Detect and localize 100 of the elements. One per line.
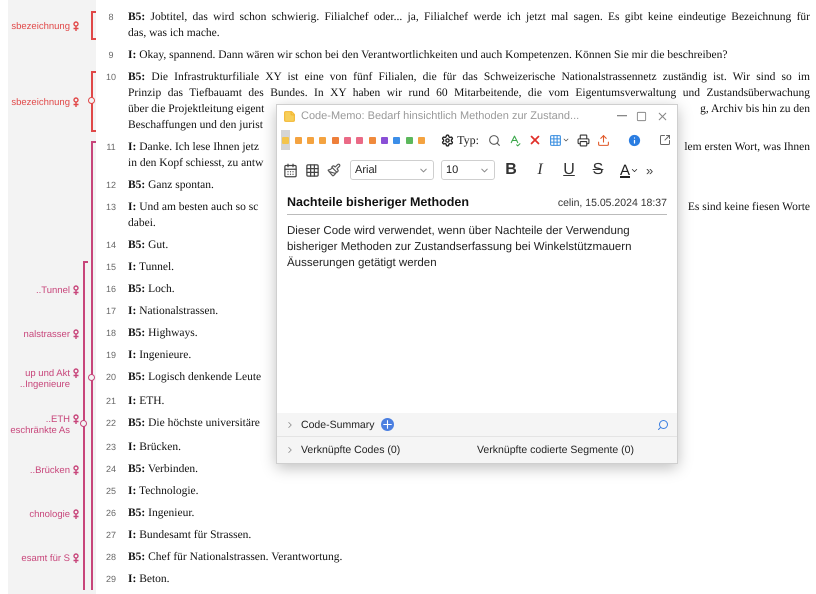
printer-icon — [576, 134, 590, 146]
code-label[interactable]: sbezeichnung — [11, 20, 70, 32]
section-label[interactable]: Verknüpfte Codes (0) — [301, 444, 471, 456]
line-number: 16 — [106, 283, 116, 295]
code-label[interactable]: esamt für S — [21, 552, 70, 564]
transcript-text: B5: Highways. — [128, 326, 198, 341]
transcript-text: B5: Chef für Nationalstrassen. Verantwortung. — [128, 550, 342, 565]
transcript-text: I: Bundesamt für Strassen. — [128, 528, 252, 543]
transcript-text: B5: Die Infrastrukturfiliale XY ist eine von fünf Filialen, die für das Schweizerische Nationalstrassennetz zuständig ist. Wir sind so im — [128, 70, 810, 85]
transcript-text: B5: Loch. — [128, 282, 175, 297]
transcript-text: B5: Verbinden. — [128, 462, 198, 477]
section-label[interactable]: Verknüpfte codierte Segmente (0) — [477, 444, 634, 456]
code-label[interactable]: up und Akt — [25, 368, 70, 379]
line-number: 18 — [106, 327, 116, 339]
line-number: 23 — [106, 441, 116, 453]
caret-icon — [562, 136, 570, 144]
code-label[interactable]: chnologie — [29, 508, 70, 520]
line-number: 27 — [106, 529, 116, 541]
memo-heading: Nachteile bisheriger Methoden — [287, 195, 469, 209]
print-button[interactable] — [574, 132, 592, 148]
bold-button[interactable]: B — [498, 161, 524, 179]
italic-button[interactable]: I — [527, 161, 553, 179]
line-number: 14 — [106, 239, 116, 251]
transcript-text: I: Okay, spannend. Dann wären wir schon bei den Verantwortlichkeiten und auch Kompetenzen. Können Sie mir die beschreiben? — [128, 48, 728, 63]
transcript-text: lem ersten Wort, was Ihnen — [684, 140, 810, 155]
calendar-button[interactable] — [281, 160, 300, 180]
transcript-text: I: Ingenieure. — [128, 348, 192, 363]
brush-button[interactable] — [325, 161, 343, 179]
transcript-text: I: ETH. — [128, 394, 164, 409]
window-title: Code-Memo: Bedarf hinsichtlich Methoden zur Zustand... — [301, 110, 580, 122]
grid-icon — [548, 134, 562, 146]
memo-text: Dieser Code wird verwendet, wenn über Nachteile der Verwendung bisheriger Methoden zur Zustandserfassung bei Winkelstützmauern Äusserungen getätigt werden — [287, 224, 633, 271]
transcript-text: dabei. — [128, 216, 156, 231]
search-icon[interactable] — [657, 418, 669, 430]
maximize-icon — [636, 110, 647, 122]
line-number: 24 — [106, 463, 116, 475]
code-label[interactable]: ..Tunnel — [36, 284, 70, 296]
more-button[interactable]: » — [644, 162, 656, 178]
strike-button[interactable]: S — [585, 161, 611, 179]
close-icon — [656, 110, 669, 122]
code-label[interactable]: sbezeichnung — [11, 96, 70, 108]
line-number: 17 — [106, 305, 116, 317]
info-icon — [626, 132, 642, 148]
gear-icon — [441, 134, 454, 146]
line-number: 12 — [106, 179, 116, 191]
cross-icon — [528, 133, 542, 147]
note-icon — [283, 110, 296, 122]
code-label[interactable]: ..Ingenieure — [20, 379, 70, 390]
transcript-text: I: Danke. Ich lese Ihnen jetz — [128, 140, 259, 155]
transcript-text: Beschaffungen und den jurist — [128, 118, 263, 133]
transcript-text: B5: Ingenieur. — [128, 506, 194, 521]
line-number: 29 — [106, 573, 116, 585]
line-number: 20 — [106, 371, 116, 383]
line-number: 26 — [106, 507, 116, 519]
line-number: 28 — [106, 551, 116, 563]
transcript-text: in den Kopf schiesst, zu antw — [128, 156, 264, 171]
line-number: 22 — [106, 417, 116, 429]
transcript-text: I: Brücken. — [128, 440, 182, 455]
text-color-button[interactable]: A — [618, 162, 642, 178]
transcript-text: B5: Logisch denkende Leute — [128, 370, 262, 385]
table-icon — [305, 162, 320, 178]
transcript-text: g, Archiv bis hin zu den — [700, 102, 810, 117]
transcript-text: B5: Die höchste universitäre — [128, 416, 260, 431]
transcript-text: Es sind keine fiesen Worte — [688, 200, 810, 215]
memo-author-date: celin, 15.05.2024 18:37 — [558, 197, 667, 209]
transcript-text: I: Und am besten auch so sc — [128, 200, 258, 215]
type-button[interactable]: Typ: — [437, 132, 483, 148]
transcript-text: B5: Jobtitel, das wird schon schwierig. Filialchef oder... ja, Filialchef werde ich jetzt mal sagen. Es gibt keine eindeutige Bezeichnung für — [128, 10, 810, 25]
spellcheck-icon — [508, 134, 521, 146]
add-icon[interactable] — [380, 418, 394, 431]
line-number: 21 — [106, 395, 116, 407]
transcript-text: I: Nationalstrassen. — [128, 304, 218, 319]
minimize-button[interactable] — [615, 113, 629, 119]
line-number: 19 — [106, 349, 116, 361]
section-label[interactable]: Code-Summary — [301, 418, 375, 430]
font-select[interactable]: Arial — [350, 160, 434, 180]
line-number: 11 — [106, 141, 116, 153]
font-size-select[interactable]: 10 — [441, 160, 495, 180]
transcript-text: B5: Ganz spontan. — [128, 178, 214, 193]
minimize-icon — [617, 115, 627, 117]
transcript-text: I: Technologie. — [128, 484, 199, 499]
brush-icon — [327, 163, 341, 177]
line-number: 10 — [106, 71, 116, 83]
code-label[interactable]: eschränkte As — [10, 425, 70, 436]
code-label[interactable]: ..Brücken — [30, 464, 70, 476]
upload-icon — [596, 134, 610, 146]
transcript-text: B5: Gut. — [128, 238, 168, 253]
underline-button[interactable]: U — [556, 161, 582, 179]
code-label[interactable]: ..ETH — [46, 414, 70, 425]
line-number: 8 — [108, 11, 114, 23]
transcript-text: I: Beton. — [128, 572, 170, 587]
transcript-text: über die Projektleitung eigent — [128, 102, 264, 117]
line-number: 15 — [106, 261, 116, 273]
transcript-text: Prinzip das Tiefbauamt des Bundes. In XY haben wir rund 60 Mitarbeitende, die vom Eigentumsverwaltung und Zustandsüberwachung — [128, 86, 810, 101]
external-icon — [658, 134, 671, 146]
line-number: 13 — [106, 201, 116, 213]
line-number: 25 — [106, 485, 116, 497]
transcript-text: das, was ich mache. — [128, 26, 220, 41]
code-label[interactable]: nalstrasser — [24, 328, 70, 340]
calendar-icon — [283, 162, 298, 178]
